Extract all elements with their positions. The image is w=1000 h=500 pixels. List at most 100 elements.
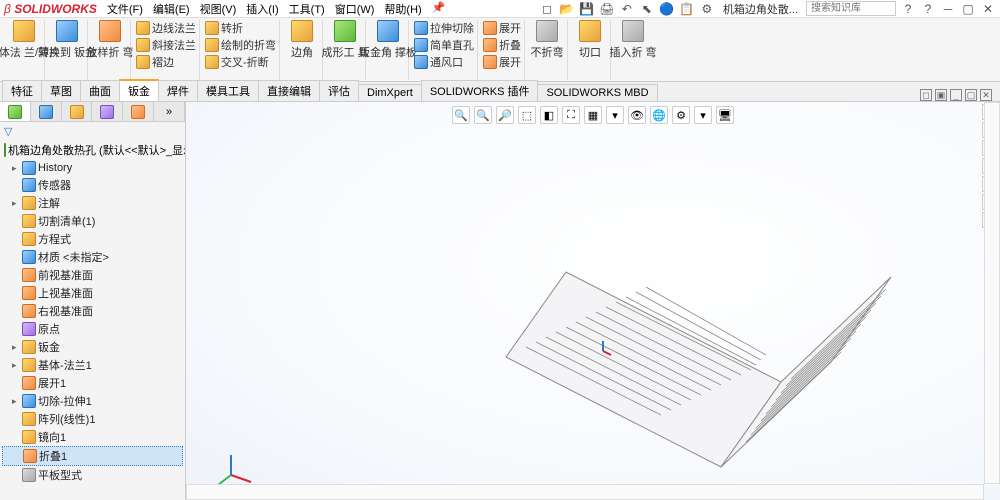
menu-tools[interactable]: 工具(T) — [287, 1, 327, 17]
min-doc-icon[interactable]: _ — [950, 89, 962, 101]
undo-icon[interactable]: ↶ — [619, 1, 635, 17]
forming-tool-button[interactable]: 成形工 具 — [328, 20, 362, 60]
tree-item-0[interactable]: ▸History — [2, 160, 183, 176]
tree-item-15[interactable]: 镜向1 — [2, 428, 183, 446]
menu-pin-icon[interactable]: 📌 — [430, 1, 448, 17]
extrude-cut-button[interactable]: 拉伸切除 — [414, 20, 474, 36]
tree-item-7[interactable]: 上视基准面 — [2, 284, 183, 302]
new-icon[interactable]: ◻ — [539, 1, 555, 17]
corner-button[interactable]: 边角 — [285, 20, 319, 60]
tab-sketch[interactable]: 草图 — [41, 80, 81, 101]
vertical-scrollbar[interactable] — [984, 102, 1000, 484]
lofted-bend-button[interactable]: 放样折 弯 — [93, 20, 127, 60]
close-icon[interactable]: ✕ — [980, 1, 996, 17]
flatten-button[interactable]: 展开 — [483, 54, 521, 70]
graphics-viewport[interactable]: 🔍🔍🔎⬚◧⛶▦▾👁🌐⚙▾🖥 — [186, 102, 1000, 500]
tab-features[interactable]: 特征 — [2, 80, 42, 101]
tab-evaluate[interactable]: 评估 — [319, 80, 359, 101]
fm-tree-tab[interactable] — [0, 102, 31, 121]
tab-addins[interactable]: SOLIDWORKS 插件 — [421, 80, 539, 101]
tree-item-17[interactable]: 平板型式 — [2, 466, 183, 484]
insert-bend-button[interactable]: 插入折 弯 — [616, 20, 650, 60]
viewtool-12[interactable]: 🖥 — [716, 106, 734, 124]
tree-item-2[interactable]: ▸注解 — [2, 194, 183, 212]
search-help-icon[interactable]: ? — [900, 1, 916, 17]
expand-icon[interactable]: ▸ — [12, 360, 20, 371]
search-input[interactable] — [806, 1, 896, 16]
fm-expand-icon[interactable]: » — [154, 102, 185, 121]
viewtool-0[interactable]: 🔍 — [452, 106, 470, 124]
expand-icon[interactable]: ▸ — [12, 163, 20, 174]
unfold-button[interactable]: 展开 — [483, 20, 521, 36]
tree-item-4[interactable]: 方程式 — [2, 230, 183, 248]
close-doc-icon[interactable]: ✕ — [980, 89, 992, 101]
hem-button[interactable]: 褶边 — [136, 54, 196, 70]
tree-item-1[interactable]: 传感器 — [2, 176, 183, 194]
menu-insert[interactable]: 插入(I) — [244, 1, 280, 17]
expand-icon[interactable]: ▸ — [12, 342, 20, 353]
max-doc-icon[interactable]: ▢ — [965, 89, 977, 101]
menu-window[interactable]: 窗口(W) — [333, 1, 377, 17]
cascade-icon[interactable]: ▣ — [935, 89, 947, 101]
tab-mbd[interactable]: SOLIDWORKS MBD — [537, 84, 657, 101]
gusset-button[interactable]: 钣金角 撑板 — [371, 20, 405, 60]
horizontal-scrollbar[interactable] — [186, 484, 984, 500]
save-icon[interactable]: 💾 — [579, 1, 595, 17]
viewtool-7[interactable]: ▾ — [606, 106, 624, 124]
tree-item-6[interactable]: 前视基准面 — [2, 266, 183, 284]
fm-config-tab[interactable] — [62, 102, 93, 121]
tree-item-14[interactable]: 阵列(线性)1 — [2, 410, 183, 428]
tree-item-13[interactable]: ▸切除-拉伸1 — [2, 392, 183, 410]
tab-mold[interactable]: 模具工具 — [197, 80, 259, 101]
select-icon[interactable]: ⬉ — [639, 1, 655, 17]
tree-item-9[interactable]: 原点 — [2, 320, 183, 338]
simple-hole-button[interactable]: 简单直孔 — [414, 37, 474, 53]
viewtool-6[interactable]: ▦ — [584, 106, 602, 124]
edge-flange-button[interactable]: 边线法兰 — [136, 20, 196, 36]
help-icon[interactable]: ? — [920, 1, 936, 17]
convert-sheetmetal-button[interactable]: 转换到 钣金 — [50, 20, 84, 60]
viewtool-9[interactable]: 🌐 — [650, 106, 668, 124]
open-icon[interactable]: 📂 — [559, 1, 575, 17]
options-icon[interactable]: ⚙ — [699, 1, 715, 17]
fm-display-tab[interactable] — [123, 102, 154, 121]
vent-button[interactable]: 通风口 — [414, 54, 474, 70]
tab-directedit[interactable]: 直接编辑 — [258, 80, 320, 101]
fm-prop-tab[interactable] — [31, 102, 62, 121]
viewtool-5[interactable]: ⛶ — [562, 106, 580, 124]
menu-help[interactable]: 帮助(H) — [382, 1, 423, 17]
tree-item-5[interactable]: 材质 <未指定> — [2, 248, 183, 266]
sketched-bend-button[interactable]: 绘制的折弯 — [205, 37, 276, 53]
tree-item-16[interactable]: 折叠1 — [2, 446, 183, 466]
tab-dimxpert[interactable]: DimXpert — [358, 84, 422, 101]
print-icon[interactable]: 🖨 — [599, 1, 615, 17]
tree-item-11[interactable]: ▸基体-法兰1 — [2, 356, 183, 374]
menu-view[interactable]: 视图(V) — [198, 1, 239, 17]
rebuild-icon[interactable]: 🔵 — [659, 1, 675, 17]
tile-icon[interactable]: ◻ — [920, 89, 932, 101]
rip-button[interactable]: 切口 — [573, 20, 607, 60]
tree-item-8[interactable]: 右视基准面 — [2, 302, 183, 320]
jog-button[interactable]: 转折 — [205, 20, 276, 36]
tab-surface[interactable]: 曲面 — [80, 80, 120, 101]
miter-flange-button[interactable]: 斜接法兰 — [136, 37, 196, 53]
viewtool-10[interactable]: ⚙ — [672, 106, 690, 124]
fm-dim-tab[interactable] — [92, 102, 123, 121]
base-flange-button[interactable]: 基体法 兰/薄片 — [7, 20, 41, 60]
tab-weldments[interactable]: 焊件 — [158, 80, 198, 101]
filter-icon[interactable]: ▽ — [4, 125, 12, 138]
maximize-icon[interactable]: ▢ — [960, 1, 976, 17]
tab-sheetmetal[interactable]: 钣金 — [119, 79, 159, 101]
file-props-icon[interactable]: 📋 — [679, 1, 695, 17]
viewtool-11[interactable]: ▾ — [694, 106, 712, 124]
expand-icon[interactable]: ▸ — [12, 198, 20, 209]
tree-root[interactable]: 机箱边角处散热孔 (默认<<默认>_显示状 — [0, 140, 185, 160]
tree-item-3[interactable]: 切割清单(1) — [2, 212, 183, 230]
viewtool-8[interactable]: 👁 — [628, 106, 646, 124]
viewtool-4[interactable]: ◧ — [540, 106, 558, 124]
viewtool-2[interactable]: 🔎 — [496, 106, 514, 124]
expand-icon[interactable]: ▸ — [12, 396, 20, 407]
viewtool-1[interactable]: 🔍 — [474, 106, 492, 124]
menu-edit[interactable]: 编辑(E) — [151, 1, 192, 17]
no-bend-button[interactable]: 不折弯 — [530, 20, 564, 60]
